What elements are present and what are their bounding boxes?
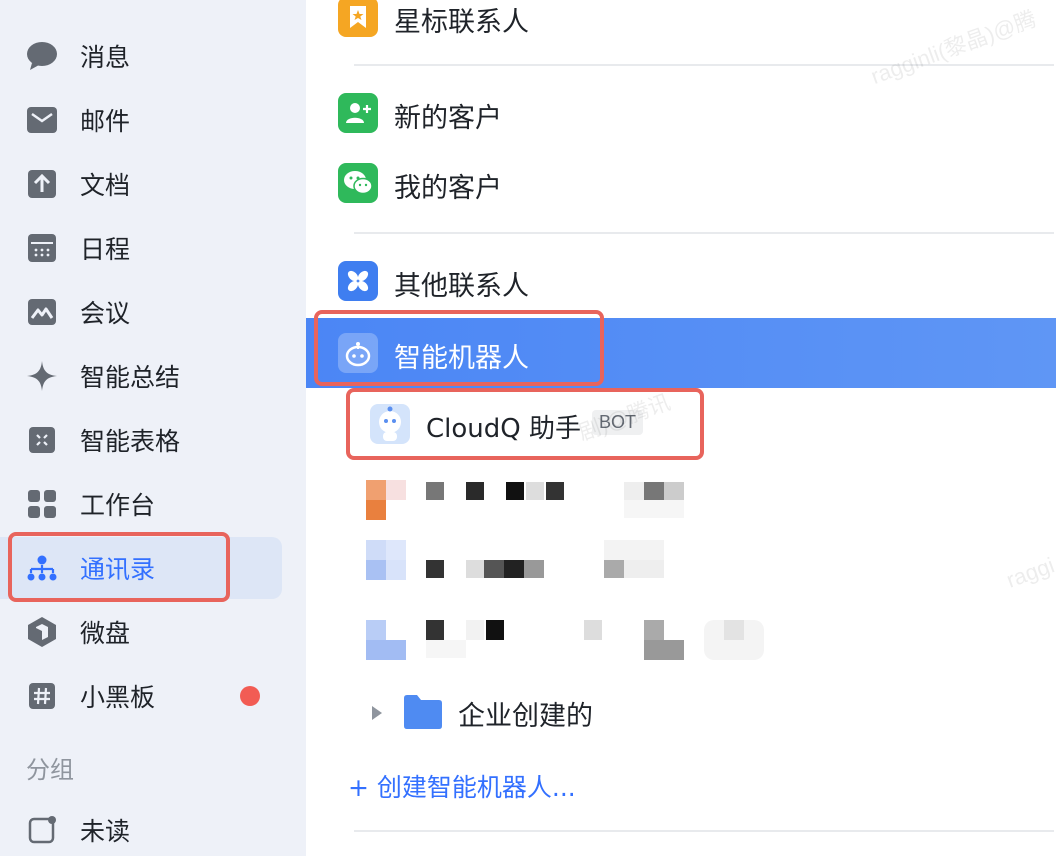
org-chart-icon — [26, 552, 58, 584]
wechat-icon — [338, 163, 378, 203]
robot-icon — [338, 333, 378, 373]
nav-item-blackboard[interactable]: 小黑板 — [0, 665, 282, 727]
nav-item-workbench[interactable]: 工作台 — [0, 473, 282, 535]
workbench-grid-icon — [26, 488, 58, 520]
hash-icon — [26, 680, 58, 712]
category-label: 智能机器人 — [394, 343, 529, 374]
nav-item-label: 会议 — [80, 299, 131, 328]
nav-item-label: 未读 — [80, 817, 131, 846]
nav-item-label: 小黑板 — [80, 683, 156, 712]
nav-item-messages[interactable]: 消息 — [0, 25, 282, 87]
contacts-panel: 星标联系人 新的客户 我的客户 其他联系人 智能机器人 CloudQ 助手 BO… — [306, 0, 1056, 856]
category-label: 新的客户 — [394, 103, 502, 134]
nav-item-label: 文档 — [80, 171, 131, 200]
category-my-customers[interactable]: 我的客户 — [306, 148, 1056, 218]
nav-item-label: 微盘 — [80, 619, 131, 648]
nav-item-label: 日程 — [80, 235, 131, 264]
doc-icon — [26, 168, 58, 200]
nav-item-calendar[interactable]: 日程 — [0, 217, 282, 279]
meeting-icon — [26, 296, 58, 328]
unread-badge — [240, 686, 260, 706]
create-robot-link[interactable]: + 创建智能机器人... — [348, 768, 576, 804]
message-bubble-icon — [26, 40, 58, 72]
category-other-contacts[interactable]: 其他联系人 — [306, 246, 1056, 316]
divider — [354, 232, 1054, 234]
calendar-icon — [26, 232, 58, 264]
nav-item-meeting[interactable]: 会议 — [0, 281, 282, 343]
nav-item-label: 工作台 — [80, 491, 156, 520]
divider — [354, 830, 1054, 832]
nav-item-mail[interactable]: 邮件 — [0, 89, 282, 151]
drive-icon — [26, 616, 58, 648]
nav-item-unread[interactable]: 未读 — [0, 799, 282, 856]
expand-arrow-icon[interactable] — [370, 704, 384, 726]
contact-row-blurred[interactable] — [366, 480, 706, 522]
other-contacts-icon — [338, 261, 378, 301]
folder-row-enterprise-created[interactable]: 企业创建的 — [366, 690, 866, 740]
unread-square-icon — [26, 814, 58, 846]
mail-icon — [26, 104, 58, 136]
bot-avatar — [370, 404, 410, 444]
nav-item-smart-summary[interactable]: 智能总结 — [0, 345, 282, 407]
nav-item-label: 智能总结 — [80, 363, 181, 392]
contact-row-blurred[interactable] — [366, 540, 706, 582]
watermark: raggi — [1003, 552, 1056, 593]
nav-item-label: 智能表格 — [80, 427, 181, 456]
nav-item-label: 消息 — [80, 43, 131, 72]
folder-label: 企业创建的 — [458, 701, 593, 732]
nav-item-docs[interactable]: 文档 — [0, 153, 282, 215]
category-label: 星标联系人 — [394, 7, 529, 38]
bot-name: CloudQ 助手 — [426, 414, 581, 444]
contact-row-blurred[interactable] — [366, 620, 786, 662]
nav-item-label: 邮件 — [80, 107, 131, 136]
nav-item-smart-table[interactable]: 智能表格 — [0, 409, 282, 471]
sparkle-icon — [26, 360, 58, 392]
category-label: 其他联系人 — [394, 271, 529, 302]
star-bookmark-icon — [338, 0, 378, 37]
nav-item-drive[interactable]: 微盘 — [0, 601, 282, 663]
add-customer-icon — [338, 93, 378, 133]
sidebar: 消息 邮件 文档 日程 会议 智能总结 智能表格 工作台 通讯录 微盘 小黑板 … — [0, 0, 306, 856]
category-label: 我的客户 — [394, 173, 502, 204]
nav-item-contacts[interactable]: 通讯录 — [0, 537, 282, 599]
category-new-customers[interactable]: 新的客户 — [306, 78, 1056, 148]
category-smart-robots[interactable]: 智能机器人 — [306, 318, 1056, 388]
smart-table-icon — [26, 424, 58, 456]
nav-item-label: 通讯录 — [80, 555, 156, 584]
folder-icon — [402, 694, 444, 734]
group-title: 分组 — [26, 756, 74, 784]
